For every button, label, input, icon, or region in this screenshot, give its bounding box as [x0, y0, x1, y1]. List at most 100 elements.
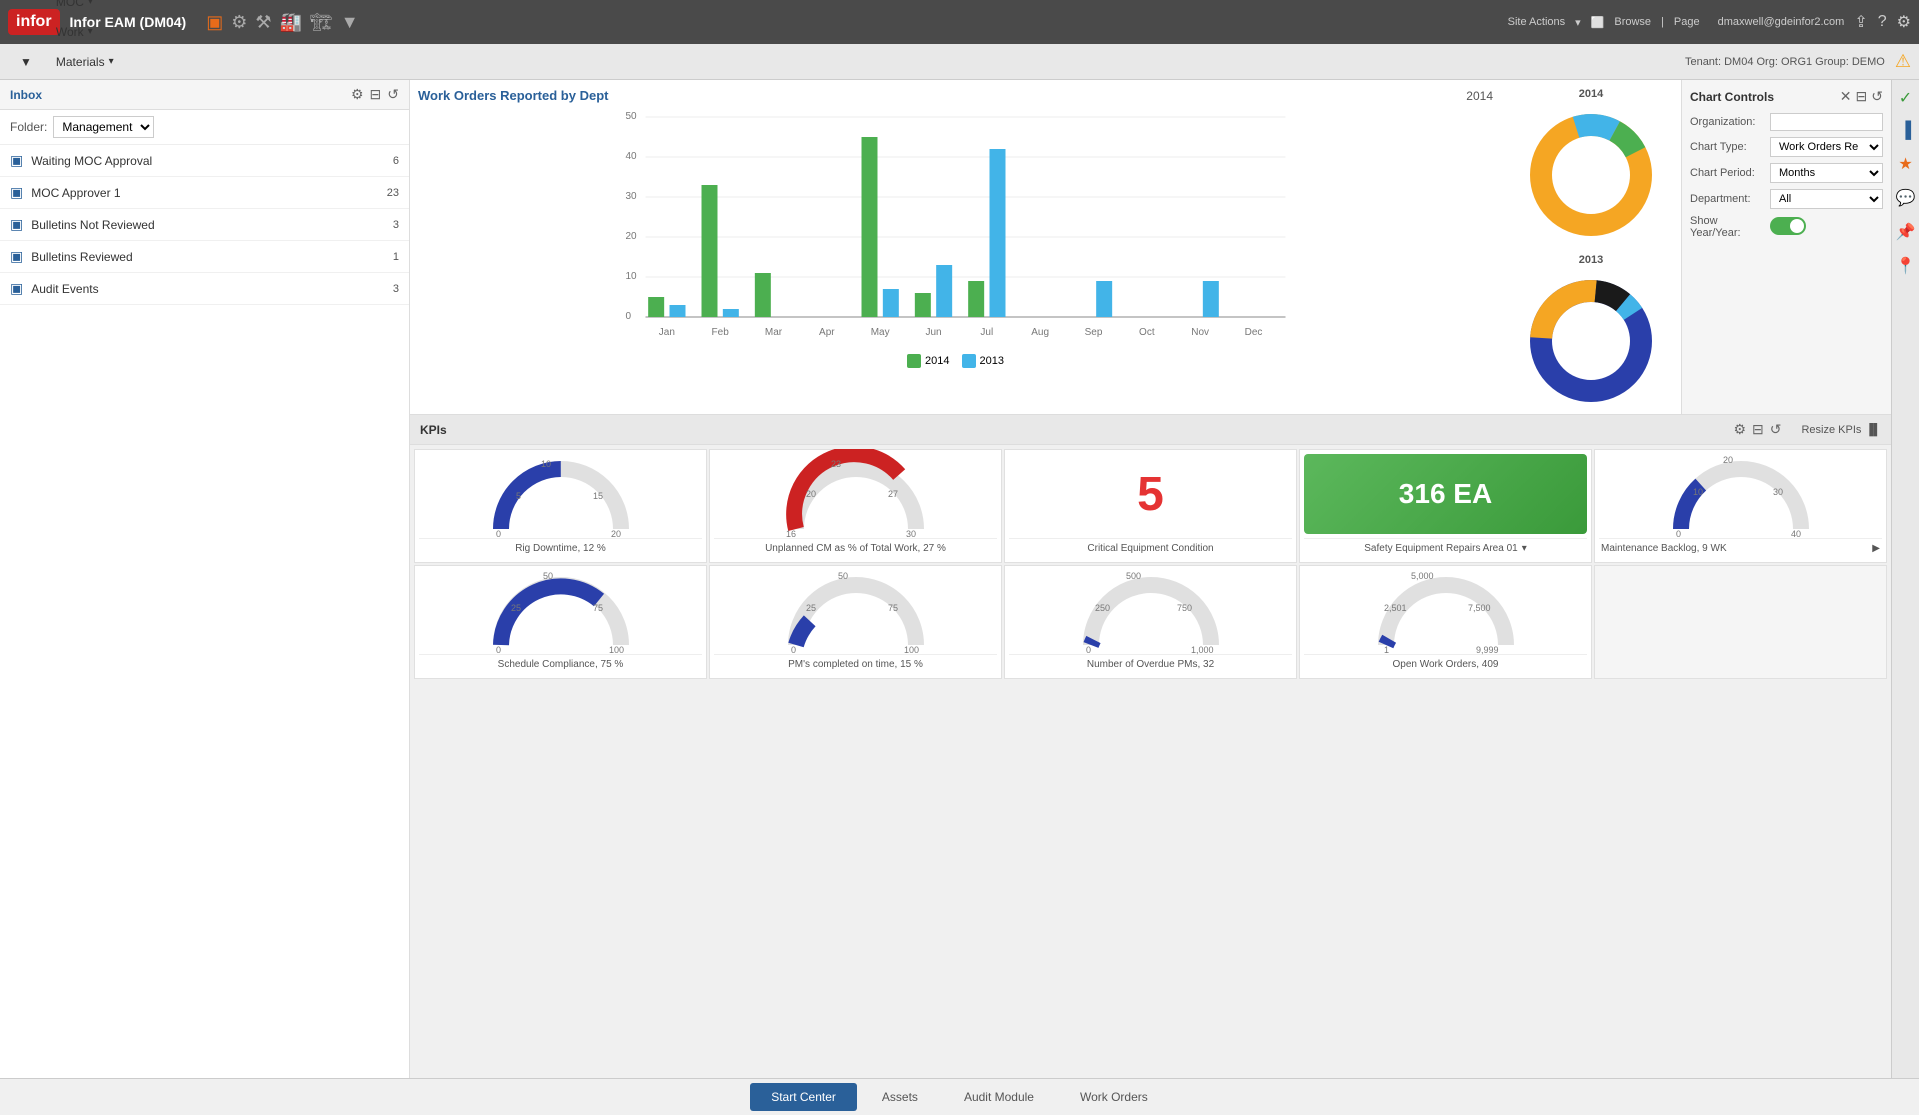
inbox-item-label: Audit Events — [31, 282, 393, 296]
svg-text:2,501: 2,501 — [1384, 603, 1407, 613]
bottom-tab-start-center[interactable]: Start Center — [750, 1083, 857, 1111]
kpis-header: KPIs ⚙ ⊟ ↺ Resize KPIs ▐▌ — [410, 415, 1891, 445]
chart-period-select[interactable]: Months — [1770, 163, 1883, 183]
donut-2013-label: 2013 — [1579, 254, 1603, 266]
gauge-svg-open-work-orders: 1 5,000 9,999 2,501 7,500 — [1366, 565, 1526, 655]
gauge-safety-equipment: 316 EA — [1304, 454, 1587, 534]
minimize-inbox-icon[interactable]: ⊟ — [370, 86, 382, 103]
svg-text:0: 0 — [496, 645, 501, 655]
svg-text:0: 0 — [791, 645, 796, 655]
factory-icon-4[interactable]: 🏗 — [310, 12, 333, 33]
pin-icon[interactable]: 📌 — [1892, 218, 1919, 246]
inbox-item[interactable]: ▣ MOC Approver 1 23 — [0, 177, 409, 209]
inbox-item-count: 1 — [393, 251, 399, 263]
org-label: Organization: — [1690, 116, 1770, 128]
show-year-label: Show Year/Year: — [1690, 215, 1770, 239]
settings-inbox-icon[interactable]: ⚙ — [351, 86, 364, 103]
chat-icon[interactable]: 💬 — [1892, 184, 1919, 212]
bar-chart-icon[interactable]: ▐ — [1896, 118, 1915, 144]
svg-text:20: 20 — [626, 231, 638, 242]
svg-text:0: 0 — [1086, 645, 1091, 655]
chart-type-label: Chart Type: — [1690, 141, 1770, 153]
inbox-item[interactable]: ▣ Waiting MOC Approval 6 — [0, 145, 409, 177]
page-link[interactable]: Page — [1674, 16, 1700, 28]
nav-item-work[interactable]: Work ▾ — [44, 17, 153, 47]
navbar: ▼ Special ▾MOC ▾Work ▾Materials ▾Equipme… — [0, 44, 1919, 80]
refresh-chart-controls-icon[interactable]: ↺ — [1871, 88, 1883, 105]
gauge-rig-downtime: 0 10 20 5 15 — [419, 454, 702, 534]
inbox-item-icon: ▣ — [10, 280, 23, 297]
inbox-header: Inbox ⚙ ⊟ ↺ — [0, 80, 409, 110]
nav-item-materials[interactable]: Materials ▾ — [44, 47, 153, 77]
chart-controls-icons: ✕ ⊟ ↺ — [1840, 88, 1883, 105]
dept-select[interactable]: All — [1770, 189, 1883, 209]
inbox-item[interactable]: ▣ Bulletins Reviewed 1 — [0, 241, 409, 273]
help-icon[interactable]: ? — [1878, 13, 1887, 31]
factory-icon-2[interactable]: ⚒ — [255, 12, 271, 33]
inbox-item-label: MOC Approver 1 — [31, 186, 387, 200]
svg-text:Aug: Aug — [1031, 327, 1049, 338]
svg-text:50: 50 — [626, 111, 638, 122]
inbox-item-icon: ▣ — [10, 184, 23, 201]
minimize-chart-controls-icon[interactable]: ⊟ — [1856, 88, 1868, 105]
dropdown-icon[interactable]: ▼ — [341, 12, 359, 33]
refresh-kpis-icon[interactable]: ↺ — [1770, 421, 1782, 438]
svg-text:Oct: Oct — [1139, 327, 1155, 338]
dashboard-icon[interactable]: ▣ — [206, 12, 223, 33]
nav-dropdown[interactable]: ▼ — [8, 47, 44, 77]
resize-kpis-label: Resize KPIs — [1801, 424, 1861, 436]
show-year-row: Show Year/Year: — [1690, 215, 1883, 239]
inbox-item-icon: ▣ — [10, 248, 23, 265]
critical-equipment-number: 5 — [1137, 467, 1164, 522]
settings-icon[interactable]: ⚙ — [1897, 12, 1911, 32]
chart-main: Work Orders Reported by Dept 2014 50 40 … — [410, 80, 1501, 414]
checkmark-icon[interactable]: ✓ — [1895, 84, 1916, 112]
maintenance-backlog-more-icon[interactable]: ▶ — [1872, 543, 1880, 554]
kpi-maintenance-backlog-label: Maintenance Backlog, 9 WK ▶ — [1599, 538, 1882, 558]
inbox-item[interactable]: ▣ Audit Events 3 — [0, 273, 409, 305]
alert-icon[interactable]: ⚠ — [1895, 51, 1911, 72]
nav-item-moc[interactable]: MOC ▾ — [44, 0, 153, 17]
kpi-maintenance-backlog: 0 20 40 10 30 Maintenance Backlog, 9 WK … — [1594, 449, 1887, 563]
nav-chevron-moc: ▾ — [88, 0, 93, 7]
share-icon[interactable]: ⇪ — [1854, 12, 1867, 32]
bottom-tab-work-orders[interactable]: Work Orders — [1059, 1083, 1169, 1111]
org-row: Organization: ORG1 — [1690, 113, 1883, 131]
refresh-inbox-icon[interactable]: ↺ — [387, 86, 399, 103]
svg-text:1,000: 1,000 — [1191, 645, 1214, 655]
chart-type-select[interactable]: Work Orders Re — [1770, 137, 1883, 157]
inbox-item[interactable]: ▣ Bulletins Not Reviewed 3 — [0, 209, 409, 241]
safety-equipment-dropdown-icon[interactable]: ▾ — [1522, 543, 1527, 554]
gauge-overdue-pms: 0 500 1,000 250 750 — [1009, 570, 1292, 650]
resize-kpis-control[interactable]: ▐▌ — [1865, 424, 1881, 436]
legend-2014: 2014 — [907, 354, 949, 368]
show-year-toggle[interactable] — [1770, 217, 1806, 235]
chart-controls-header: Chart Controls ✕ ⊟ ↺ — [1690, 88, 1883, 105]
inbox-items-list: ▣ Waiting MOC Approval 6 ▣ MOC Approver … — [0, 145, 409, 305]
right-icon-sidebar: ✓ ▐ ★ 💬 📌 📍 — [1891, 80, 1919, 1078]
svg-text:May: May — [871, 327, 890, 338]
bottom-tab-assets[interactable]: Assets — [861, 1083, 939, 1111]
svg-text:1: 1 — [1384, 645, 1389, 655]
gauge-svg-schedule-compliance: 0 50 100 25 75 — [481, 565, 641, 655]
inbox-item-label: Waiting MOC Approval — [31, 154, 393, 168]
dept-label: Department: — [1690, 193, 1770, 205]
site-actions-link[interactable]: Site Actions — [1508, 16, 1565, 28]
chart-type-row: Chart Type: Work Orders Re — [1690, 137, 1883, 157]
close-chart-controls-icon[interactable]: ✕ — [1840, 88, 1852, 105]
svg-text:Sep: Sep — [1085, 327, 1103, 338]
org-input[interactable]: ORG1 — [1770, 113, 1883, 131]
gauge-svg-rig-downtime: 0 10 20 5 15 — [481, 449, 641, 539]
browse-link[interactable]: Browse — [1614, 16, 1651, 28]
minimize-kpis-icon[interactable]: ⊟ — [1752, 421, 1764, 438]
bottom-tab-audit-module[interactable]: Audit Module — [943, 1083, 1055, 1111]
folder-select[interactable]: Management — [53, 116, 154, 138]
factory-icon-1[interactable]: ⚙ — [231, 12, 247, 33]
star-icon[interactable]: ★ — [1894, 150, 1916, 178]
location-icon[interactable]: 📍 — [1892, 252, 1919, 280]
factory-icon-3[interactable]: 🏭 — [280, 12, 302, 33]
kpi-rig-downtime-label: Rig Downtime, 12 % — [419, 538, 702, 558]
page-icon: ⬜ — [1591, 16, 1605, 29]
settings-kpis-icon[interactable]: ⚙ — [1733, 421, 1746, 438]
nav-label-moc: MOC — [56, 0, 84, 9]
